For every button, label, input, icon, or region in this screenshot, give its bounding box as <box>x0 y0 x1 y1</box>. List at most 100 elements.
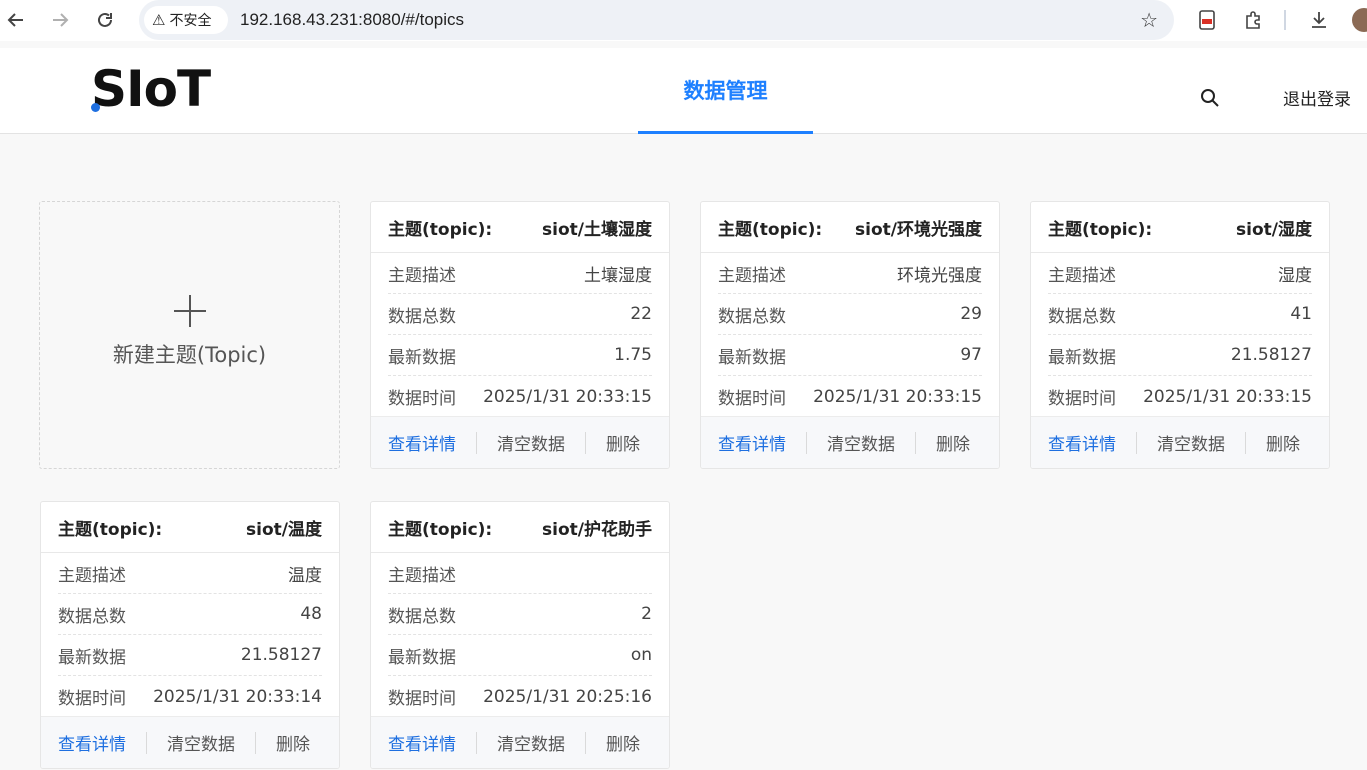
extensions-puzzle-icon[interactable] <box>1241 8 1265 32</box>
card-actions: 查看详情 清空数据 删除 <box>701 416 999 468</box>
action-divider <box>585 731 586 754</box>
count-row: 数据总数 22 <box>388 294 652 335</box>
latest-row: 最新数据 21.58127 <box>1048 335 1312 376</box>
reload-icon[interactable] <box>93 8 117 32</box>
clear-data-button[interactable]: 清空数据 <box>167 730 235 755</box>
address-bar[interactable]: ⚠ 不安全 192.168.43.231:8080/#/topics ☆ <box>139 0 1174 40</box>
clear-data-button[interactable]: 清空数据 <box>1157 430 1225 455</box>
view-details-button[interactable]: 查看详情 <box>388 430 456 455</box>
clear-data-button[interactable]: 清空数据 <box>497 730 565 755</box>
latest-label: 最新数据 <box>58 647 126 668</box>
latest-row: 最新数据 21.58127 <box>58 635 322 676</box>
latest-value: 97 <box>960 345 982 365</box>
plus-icon <box>173 295 206 327</box>
delete-button[interactable]: 删除 <box>606 730 640 755</box>
time-label: 数据时间 <box>388 389 456 409</box>
action-divider <box>146 731 147 754</box>
card-header: 主题(topic): siot/护花助手 <box>371 502 669 553</box>
url-text[interactable]: 192.168.43.231:8080/#/topics <box>240 10 464 30</box>
view-details-button[interactable]: 查看详情 <box>718 430 786 455</box>
delete-button[interactable]: 删除 <box>606 430 640 455</box>
time-label: 数据时间 <box>718 389 786 409</box>
time-label: 数据时间 <box>388 689 456 709</box>
time-label: 数据时间 <box>58 689 126 709</box>
view-details-button[interactable]: 查看详情 <box>58 730 126 755</box>
desc-label: 主题描述 <box>718 265 786 286</box>
latest-label: 最新数据 <box>388 347 456 368</box>
latest-label: 最新数据 <box>1048 347 1116 368</box>
latest-label: 最新数据 <box>388 647 456 668</box>
time-value: 2025/1/31 20:33:15 <box>813 386 982 407</box>
topic-name: siot/土壤湿度 <box>542 219 652 240</box>
desc-row: 主题描述 土壤湿度 <box>388 253 652 294</box>
count-label: 数据总数 <box>388 606 456 627</box>
card-header: 主题(topic): siot/土壤湿度 <box>371 202 669 253</box>
time-value: 2025/1/31 20:33:14 <box>153 686 322 707</box>
latest-value: 21.58127 <box>240 645 322 665</box>
card-actions: 查看详情 清空数据 删除 <box>41 716 339 768</box>
desc-row: 主题描述 湿度 <box>1048 253 1312 294</box>
topic-label: 主题(topic): <box>388 219 493 240</box>
card-actions: 查看详情 清空数据 删除 <box>371 716 669 768</box>
delete-button[interactable]: 删除 <box>276 730 310 755</box>
view-details-button[interactable]: 查看详情 <box>388 730 456 755</box>
bookmark-star-icon[interactable]: ☆ <box>1140 8 1158 32</box>
action-divider <box>1136 431 1137 454</box>
security-chip[interactable]: ⚠ 不安全 <box>144 6 228 34</box>
new-topic-card[interactable]: 新建主题(Topic) <box>39 201 340 469</box>
desc-label: 主题描述 <box>58 565 126 586</box>
count-value: 22 <box>630 304 652 324</box>
count-value: 41 <box>1290 304 1312 324</box>
topic-label: 主题(topic): <box>58 519 163 540</box>
time-value: 2025/1/31 20:25:16 <box>483 686 652 707</box>
latest-row: 最新数据 97 <box>718 335 982 376</box>
delete-button[interactable]: 删除 <box>1266 430 1300 455</box>
back-icon[interactable] <box>4 8 28 32</box>
time-row: 数据时间 2025/1/31 20:33:15 <box>388 376 652 417</box>
desc-row: 主题描述 温度 <box>58 553 322 594</box>
topic-name: siot/护花助手 <box>542 519 652 540</box>
topic-card: 主题(topic): siot/土壤湿度 主题描述 土壤湿度 数据总数 22 最新数… <box>370 201 670 469</box>
delete-button[interactable]: 删除 <box>936 430 970 455</box>
time-row: 数据时间 2025/1/31 20:25:16 <box>388 676 652 717</box>
desc-row: 主题描述 环境光强度 <box>718 253 982 294</box>
action-divider <box>915 431 916 454</box>
topic-label: 主题(topic): <box>388 519 493 540</box>
count-row: 数据总数 41 <box>1048 294 1312 335</box>
browser-toolbar: ⚠ 不安全 192.168.43.231:8080/#/topics ☆ <box>0 0 1367 41</box>
latest-row: 最新数据 1.75 <box>388 335 652 376</box>
siot-logo: SIoT <box>91 64 211 114</box>
clear-data-button[interactable]: 清空数据 <box>497 430 565 455</box>
forward-icon[interactable] <box>48 8 72 32</box>
logout-link[interactable]: 退出登录 <box>1283 85 1351 110</box>
desc-row: 主题描述 <box>388 553 652 594</box>
clear-data-button[interactable]: 清空数据 <box>827 430 895 455</box>
security-label: 不安全 <box>169 13 212 29</box>
count-row: 数据总数 29 <box>718 294 982 335</box>
toolbar-divider <box>1284 10 1286 30</box>
tab-data-management[interactable]: 数据管理 <box>638 48 813 134</box>
time-value: 2025/1/31 20:33:15 <box>1143 386 1312 407</box>
card-body: 主题描述 土壤湿度 数据总数 22 最新数据 1.75 数据时间 2025/1/31 2… <box>371 253 669 417</box>
action-divider <box>585 431 586 454</box>
topic-name: siot/环境光强度 <box>855 219 982 240</box>
card-body: 主题描述 数据总数 2 最新数据 on 数据时间 2025/1/31 20:25:16 <box>371 553 669 717</box>
pdf-extension-icon[interactable] <box>1195 8 1219 32</box>
view-details-button[interactable]: 查看详情 <box>1048 430 1116 455</box>
search-icon[interactable] <box>1190 78 1230 118</box>
count-label: 数据总数 <box>1048 306 1116 327</box>
topic-name: siot/温度 <box>246 519 322 540</box>
desc-value: 土壤湿度 <box>584 265 652 286</box>
latest-value: 21.58127 <box>1230 345 1312 365</box>
latest-label: 最新数据 <box>718 347 786 368</box>
count-value: 29 <box>960 304 982 324</box>
topic-label: 主题(topic): <box>1048 219 1153 240</box>
logo-dot <box>91 103 100 112</box>
desc-label: 主题描述 <box>1048 265 1116 286</box>
desc-value: 温度 <box>288 565 322 586</box>
profile-avatar[interactable] <box>1352 8 1367 32</box>
action-divider <box>476 431 477 454</box>
download-icon[interactable] <box>1307 8 1331 32</box>
card-body: 主题描述 湿度 数据总数 41 最新数据 21.58127 数据时间 2025/1/31… <box>1031 253 1329 417</box>
topic-card: 主题(topic): siot/湿度 主题描述 湿度 数据总数 41 最新数据 21.… <box>1030 201 1330 469</box>
